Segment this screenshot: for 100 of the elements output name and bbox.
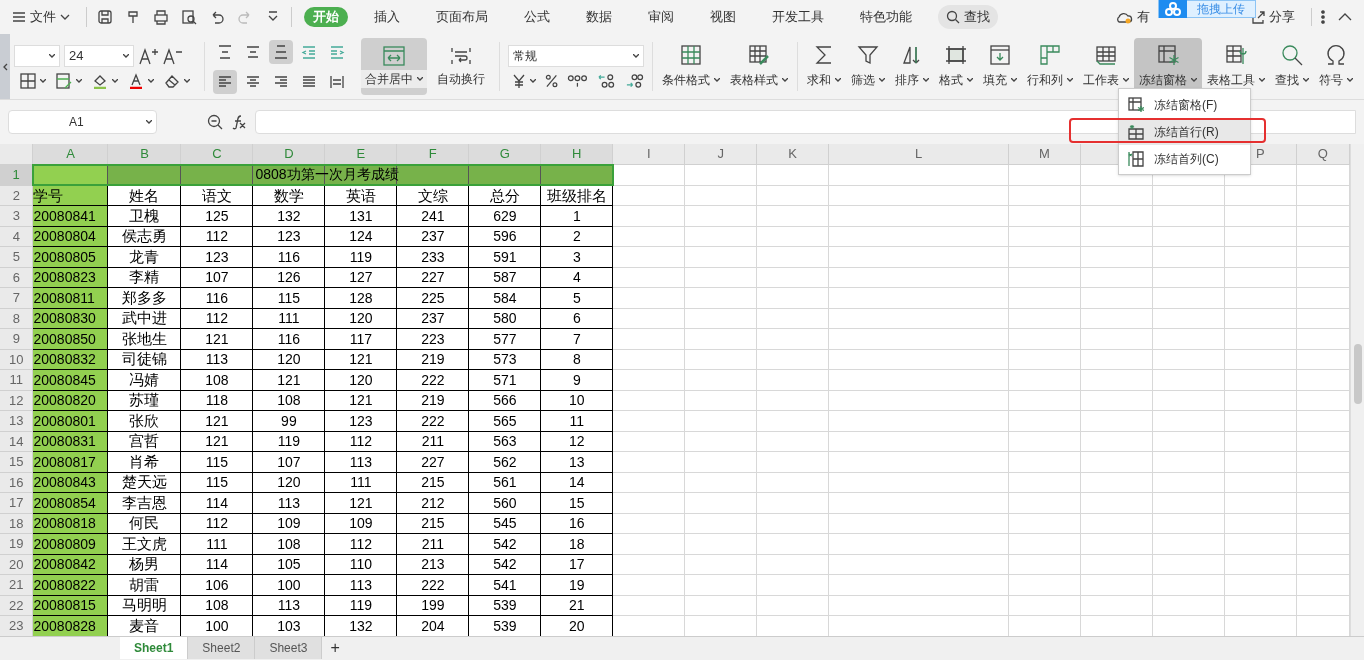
caret-icon — [417, 76, 423, 81]
row-header[interactable]: 20 — [0, 554, 33, 575]
ribbon-tab[interactable]: 特色功能 — [844, 3, 928, 31]
row-header[interactable]: 3 — [0, 205, 33, 226]
ribbon-tab[interactable]: 页面布局 — [420, 3, 504, 31]
ribbon-button[interactable]: 行和列 — [1022, 38, 1078, 95]
cloud-icon[interactable] — [1115, 10, 1133, 24]
ribbon-tab[interactable]: 开发工具 — [756, 3, 840, 31]
column-header[interactable]: D — [252, 144, 325, 165]
save-icon[interactable] — [97, 9, 113, 25]
table-cell: 573 — [468, 349, 541, 370]
table-cell: 123 — [180, 246, 253, 267]
ribbon-button[interactable]: 符号 — [1314, 38, 1358, 95]
row-header[interactable]: 17 — [0, 492, 33, 513]
zoom-icon[interactable] — [207, 114, 223, 130]
caret-icon — [633, 53, 639, 58]
ribbon-button[interactable]: 求和 — [802, 38, 846, 95]
increase-decimal-icon[interactable] — [597, 72, 617, 89]
row-header[interactable]: 6 — [0, 267, 33, 288]
column-header[interactable]: G — [468, 144, 541, 165]
column-header[interactable]: F — [396, 144, 469, 165]
sheet-tab[interactable]: Sheet3 — [255, 637, 323, 659]
font-color-icon[interactable] — [128, 72, 144, 89]
thousands-separator-icon[interactable] — [567, 72, 589, 89]
upload-popup[interactable]: 拖拽上传 — [1158, 0, 1256, 18]
row-header[interactable]: 5 — [0, 246, 33, 267]
row-header[interactable]: 4 — [0, 226, 33, 247]
ribbon-button[interactable]: 排序 — [890, 38, 934, 95]
table-cell: 数学 — [252, 185, 325, 206]
format-painter-icon[interactable] — [125, 9, 141, 25]
column-header[interactable]: J — [684, 144, 757, 165]
row-header[interactable]: 7 — [0, 287, 33, 308]
ribbon-tab[interactable]: 数据 — [570, 3, 628, 31]
ribbon-button[interactable]: 表格样式 — [725, 38, 793, 95]
column-header[interactable]: H — [540, 144, 613, 165]
ribbon-button[interactable]: 条件格式 — [657, 38, 725, 95]
ribbon-button[interactable]: 查找 — [1270, 38, 1314, 95]
ribbon-scroll-handle[interactable] — [0, 34, 10, 99]
column-header[interactable]: A — [33, 144, 108, 165]
row-header[interactable]: 8 — [0, 308, 33, 329]
row-header[interactable]: 22 — [0, 595, 33, 616]
row-header[interactable]: 11 — [0, 369, 33, 390]
currency-icon[interactable] — [512, 72, 526, 89]
table-cell: 楚天远 — [107, 472, 181, 493]
cell-style-icon[interactable] — [56, 72, 72, 89]
borders-icon[interactable] — [20, 72, 36, 89]
table-cell: 227 — [396, 451, 469, 472]
row-header[interactable]: 14 — [0, 431, 33, 452]
ribbon-tab[interactable]: 开始 — [304, 7, 348, 27]
row-header[interactable]: 12 — [0, 390, 33, 411]
column-header[interactable]: K — [756, 144, 829, 165]
row-header[interactable]: 9 — [0, 328, 33, 349]
font-size-field[interactable]: 24 — [64, 44, 134, 67]
column-header[interactable]: L — [828, 144, 1009, 165]
ribbon-tab[interactable]: 审阅 — [632, 3, 690, 31]
function-icon[interactable] — [231, 114, 247, 130]
decrease-decimal-icon[interactable] — [625, 72, 644, 89]
row-header[interactable]: 18 — [0, 513, 33, 534]
row-header[interactable]: 15 — [0, 451, 33, 472]
sheet-tab[interactable]: Sheet2 — [188, 637, 256, 659]
ribbon-tab[interactable]: 视图 — [694, 3, 752, 31]
ribbon-button[interactable]: 筛选 — [846, 38, 890, 95]
more-icon[interactable] — [1320, 9, 1326, 25]
column-header[interactable]: C — [180, 144, 253, 165]
table-cell: 英语 — [324, 185, 397, 206]
collapse-icon[interactable] — [1338, 13, 1352, 21]
column-header[interactable]: B — [107, 144, 181, 165]
ribbon-tab[interactable]: 公式 — [508, 3, 566, 31]
row-header[interactable]: 1 — [0, 164, 33, 185]
column-header[interactable]: Q — [1296, 144, 1350, 165]
row-header[interactable]: 19 — [0, 533, 33, 554]
row-header[interactable]: 10 — [0, 349, 33, 370]
column-header[interactable]: M — [1008, 144, 1081, 165]
row-header[interactable]: 2 — [0, 185, 33, 206]
row-header[interactable]: 16 — [0, 472, 33, 493]
number-format-field[interactable]: 常规 — [508, 44, 644, 67]
scrollbar-thumb[interactable] — [1353, 344, 1362, 404]
file-menu[interactable]: 文件 — [0, 3, 82, 31]
ribbon-tab[interactable]: 插入 — [358, 3, 416, 31]
column-header[interactable]: I — [612, 144, 685, 165]
search-button[interactable]: 查找 — [938, 5, 998, 29]
ribbon-button[interactable]: 格式 — [934, 38, 978, 95]
wrap-text-button[interactable]: 自动换行 — [431, 38, 491, 95]
merge-center-button[interactable]: 合并居中 — [361, 38, 427, 95]
column-header[interactable]: E — [324, 144, 397, 165]
align-button[interactable] — [269, 39, 293, 64]
increase-font-icon[interactable] — [138, 46, 158, 65]
row-header[interactable]: 13 — [0, 410, 33, 431]
row-header[interactable]: 23 — [0, 615, 33, 636]
print-preview-icon[interactable] — [181, 9, 197, 25]
decrease-font-icon[interactable] — [162, 46, 182, 65]
font-name-field[interactable] — [14, 44, 60, 67]
percent-icon[interactable] — [545, 72, 559, 89]
print-icon[interactable] — [153, 9, 169, 25]
sheet-tab[interactable]: Sheet1 — [120, 637, 189, 659]
name-box[interactable]: A1 — [8, 110, 157, 134]
row-header[interactable]: 21 — [0, 574, 33, 595]
ribbon-button[interactable]: 填充 — [978, 38, 1022, 95]
add-sheet-button[interactable]: + — [322, 637, 348, 659]
align-button[interactable] — [213, 69, 237, 94]
